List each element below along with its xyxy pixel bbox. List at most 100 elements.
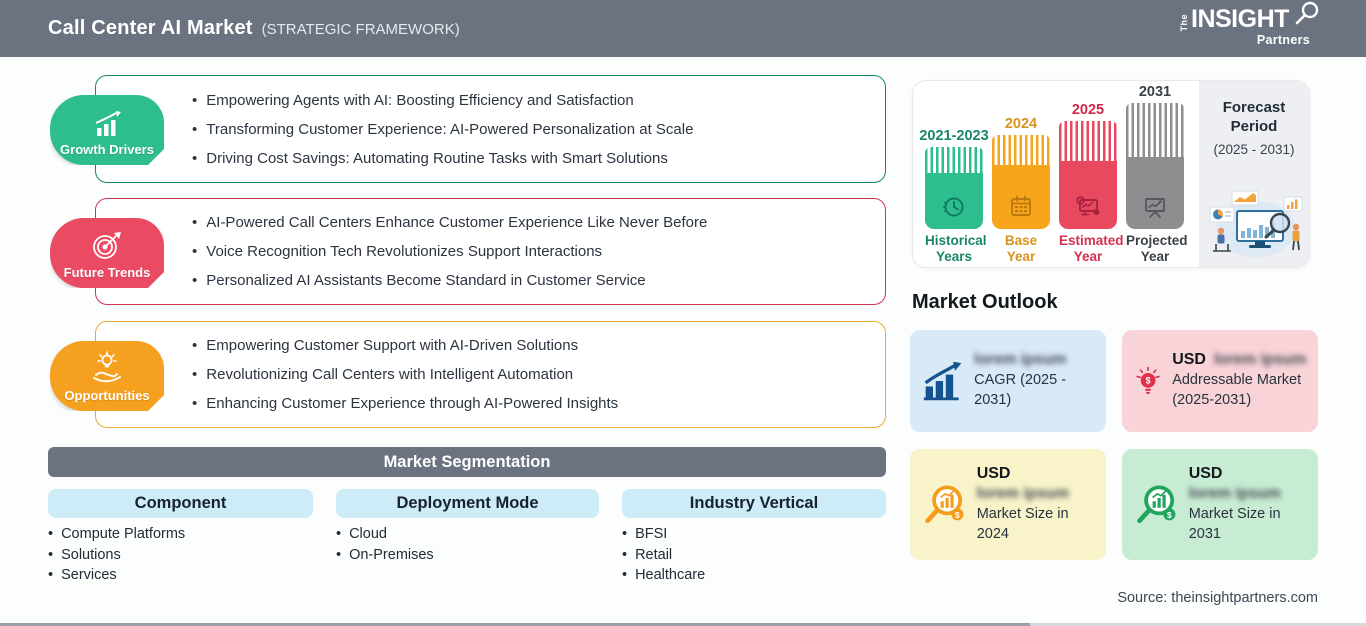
market-segmentation-bar: Market Segmentation [48,447,886,477]
bar-estimated-year: 2025 [1059,102,1117,229]
magnifier-chart-icon: $ [1137,484,1176,523]
bullet-item: Empowering Agents with AI: Boosting Effi… [192,92,869,109]
dollar-bulb-icon: $ [1136,366,1160,394]
logo-partners: Partners [1256,33,1310,47]
page-title: Call Center AI Market [48,17,253,39]
analytics-screen-icon [1076,196,1100,216]
bar-solid [1059,161,1117,229]
header-title-wrap: Call Center AI Market (STRATEGIC FRAMEWO… [48,17,460,40]
bullet-item: Empowering Customer Support with AI-Driv… [192,337,869,354]
svg-text:$: $ [1146,376,1151,386]
bullet-item: Driving Cost Savings: Automating Routine… [192,150,869,167]
bullet-item: Enhancing Customer Experience through AI… [192,395,869,412]
infographic-canvas: Call Center AI Market (STRATEGIC FRAMEWO… [0,0,1366,626]
base-year-label: Base Year [1004,233,1038,265]
svg-text:$: $ [955,509,960,519]
growth-drivers-badge: Growth Drivers [50,95,164,165]
source-attribution: Source: theinsightpartners.com [1117,590,1318,606]
future-trends-box: Future Trends AI-Powered Call Centers En… [95,198,886,305]
timeline-bars: 2021-2023 2024 2025 2031 [919,84,1193,229]
opportunities-box: Opportunities Empowering Customer Suppor… [95,321,886,428]
market-segmentation-title: Market Segmentation [383,452,551,471]
blurred-value: lorem ipsum [1213,351,1307,369]
projection-screen-icon [1145,198,1165,218]
magnifier-lens-icon [1295,1,1319,25]
bullet-item: Transforming Customer Experience: AI-Pow… [192,121,869,138]
list-item: Healthcare [622,565,705,586]
estimated-year-label: Estimated Year [1059,233,1124,265]
market-outlook-title: Market Outlook [912,291,1058,313]
list-item: Cloud [336,524,434,545]
bullet-item: Voice Recognition Tech Revolutionizes Su… [192,243,869,260]
segmentation-chip-deployment-mode: Deployment Mode [336,489,599,518]
cagr-card: lorem ipsum CAGR (2025 - 2031) [910,330,1106,432]
list-item: Solutions [48,545,185,566]
growth-drivers-box: Growth Drivers Empowering Agents with AI… [95,75,886,183]
bar-historical-years: 2021-2023 [919,128,989,229]
page-subtitle: (STRATEGIC FRAMEWORK) [261,21,460,38]
cagr-card-text: lorem ipsum CAGR (2025 - 2031) [974,351,1096,410]
list-item: On-Premises [336,545,434,566]
addressable-market-card: $ USD lorem ipsum Addressable Market (20… [1122,330,1318,432]
forecast-period-range: (2025 - 2031) [1213,141,1295,157]
addressable-card-text: USD lorem ipsum Addressable Market (2025… [1172,351,1308,410]
opportunities-bullets: Empowering Customer Support with AI-Driv… [96,322,885,427]
usd-label: USD [976,464,1011,482]
historical-years-label: Historical Years [925,233,987,265]
list-item: BFSI [622,524,705,545]
market-size-2031-label: Market Size in 2031 [1188,505,1281,542]
chip-label: Deployment Mode [396,494,539,512]
insight-partners-logo: The INSIGHT Partners [1179,1,1319,47]
opportunities-badge: Opportunities [50,341,164,411]
segmentation-chip-component: Component [48,489,313,518]
list-item: Compute Platforms [48,524,185,545]
logo-insight: INSIGHT [1191,5,1289,33]
bullet-item: Personalized AI Assistants Become Standa… [192,272,869,289]
market-size-2024-card: $ USD lorem ipsum Market Size in 2024 [910,449,1106,560]
future-trends-label: Future Trends [63,265,151,280]
list-item: Retail [622,545,705,566]
usd-label: USD [1172,351,1206,369]
bar-year-label: 2031 [1138,84,1172,100]
analysts-illustration [1209,190,1303,257]
growth-drivers-bullets: Empowering Agents with AI: Boosting Effi… [96,76,885,182]
timeline-chart-card: 2021-2023 2024 2025 2031 Historical Year… [912,80,1310,268]
chip-label: Industry Vertical [689,494,819,512]
clock-icon [943,197,964,217]
list-item: Services [48,565,185,586]
logo-top-row: The INSIGHT [1179,1,1319,33]
future-trends-bullets: AI-Powered Call Centers Enhance Customer… [96,199,885,304]
usd-label: USD [1188,464,1223,482]
bullet-item: Revolutionizing Call Centers with Intell… [192,366,869,383]
bullet-item: AI-Powered Call Centers Enhance Customer… [192,214,869,231]
bar-chart-arrow-icon [91,111,123,139]
header-bar: Call Center AI Market (STRATEGIC FRAMEWO… [0,0,1366,57]
svg-text:$: $ [1167,509,1172,519]
magnifier-chart-icon: $ [925,484,964,523]
bulb-hand-icon [90,351,124,385]
addressable-market-label: Addressable Market (2025-2031) [1172,372,1302,408]
blurred-value: lorem ipsum [976,484,1069,502]
blurred-value: lorem ipsum [1188,484,1281,502]
calendar-icon [1011,195,1031,216]
bar-base-year: 2024 [992,116,1050,229]
chip-label: Component [134,494,227,512]
market-size-2024-label: Market Size in 2024 [976,505,1069,542]
growth-drivers-label: Growth Drivers [60,142,154,157]
bar-year-label: 2024 [1004,116,1038,132]
opportunities-label: Opportunities [64,388,150,403]
bar-solid [1126,157,1184,229]
bar-solid [925,173,983,229]
bar-solid [992,165,1050,229]
bar-stripes [1126,103,1184,157]
logo-the: The [1179,14,1189,32]
segmentation-chip-industry-vertical: Industry Vertical [622,489,886,518]
size-2031-card-text: USD lorem ipsum Market Size in 2031 [1189,465,1308,544]
bar-year-label: 2025 [1071,102,1105,118]
usd-row: USD lorem ipsum [1172,351,1308,369]
bar-projected-year: 2031 [1126,84,1184,229]
size-2024-card-text: USD lorem ipsum Market Size in 2024 [977,465,1096,544]
bar-stripes [1059,121,1117,161]
growth-bars-arrow-icon [923,361,962,401]
timeline-bar-labels: Historical Years Base Year Estimated Yea… [925,233,1193,265]
